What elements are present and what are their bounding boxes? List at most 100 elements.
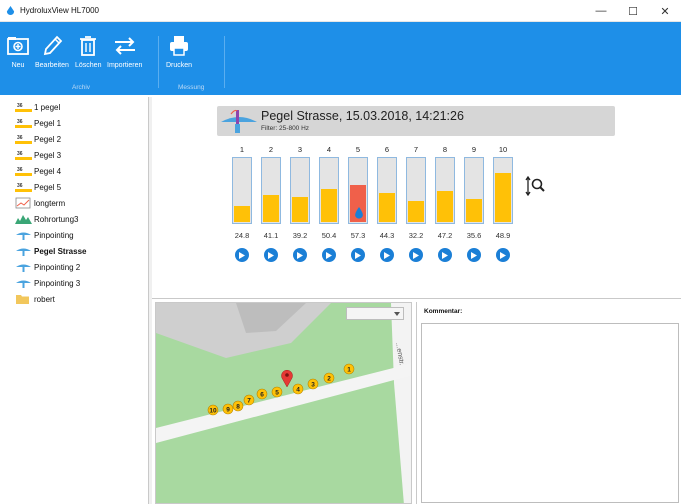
map-marker[interactable]: 7 bbox=[243, 394, 255, 406]
tree-item-pinpointing-3[interactable]: Pinpointing 3 bbox=[15, 276, 80, 290]
svg-text:36: 36 bbox=[17, 135, 23, 141]
ribbon-separator bbox=[224, 36, 225, 88]
channel-bar[interactable] bbox=[464, 157, 484, 224]
longterm-icon bbox=[15, 197, 31, 209]
map-marker[interactable]: 6 bbox=[256, 388, 268, 400]
edit-button-label: Bearbeiten bbox=[35, 62, 69, 69]
play-icon bbox=[442, 251, 448, 259]
tree-item-label: longterm bbox=[34, 198, 66, 208]
map-marker[interactable]: 5 bbox=[271, 386, 283, 398]
location-pin-icon[interactable] bbox=[281, 369, 293, 388]
channel-value: 35.6 bbox=[466, 231, 482, 240]
channel-bar[interactable] bbox=[406, 157, 426, 224]
import-button[interactable]: Importieren bbox=[107, 34, 142, 69]
ribbon-group-measurement: Messung bbox=[178, 84, 205, 91]
channel-level-fill bbox=[495, 173, 511, 222]
channel-number: 2 bbox=[268, 145, 274, 154]
pinpointing-icon bbox=[16, 232, 31, 240]
channel-play-button[interactable] bbox=[467, 248, 481, 262]
channel-level-fill bbox=[466, 198, 482, 222]
channel-bar[interactable] bbox=[348, 157, 368, 224]
tree-item-pegel-1[interactable]: 36 Pegel 1 bbox=[15, 116, 61, 130]
channel-play-button[interactable] bbox=[351, 248, 365, 262]
tree-item-pegel-2[interactable]: 36 Pegel 2 bbox=[15, 132, 61, 146]
ribbon-group-archive: Archiv bbox=[72, 84, 91, 91]
edit-button[interactable]: Bearbeiten bbox=[35, 34, 69, 69]
tree-item-label: Pegel 2 bbox=[34, 134, 62, 144]
channel-play-button[interactable] bbox=[409, 248, 423, 262]
pinpointing-icon bbox=[16, 248, 31, 256]
minimize-button[interactable]: — bbox=[585, 0, 617, 22]
tree-item-pegel-5[interactable]: 36 Pegel 5 bbox=[15, 180, 61, 194]
channel-value: 50.4 bbox=[321, 231, 337, 240]
tree-item-label: Pinpointing bbox=[34, 230, 74, 240]
map-marker-label: 4 bbox=[296, 386, 300, 393]
channel-bar[interactable] bbox=[319, 157, 339, 224]
close-button[interactable]: ✕ bbox=[649, 0, 681, 22]
channel-level-fill bbox=[292, 196, 308, 222]
play-icon bbox=[413, 251, 419, 259]
channel-play-button[interactable] bbox=[380, 248, 394, 262]
channel-bar[interactable] bbox=[290, 157, 310, 224]
channel-play-button[interactable] bbox=[264, 248, 278, 262]
zoom-tool-icon[interactable] bbox=[525, 176, 547, 196]
channel-bar[interactable] bbox=[261, 157, 281, 224]
channel-level-fill bbox=[437, 191, 453, 222]
channel-play-button[interactable] bbox=[235, 248, 249, 262]
maximize-button[interactable]: ☐ bbox=[617, 0, 649, 22]
tree-item-pinpointing-2[interactable]: Pinpointing 2 bbox=[15, 260, 80, 274]
tree-item-label: Pegel 5 bbox=[34, 182, 62, 192]
channel-value: 57.3 bbox=[350, 231, 366, 240]
import-arrows-icon bbox=[114, 37, 135, 55]
tree-item-pegel-4[interactable]: 36 Pegel 4 bbox=[15, 164, 61, 178]
channel-play-button[interactable] bbox=[322, 248, 336, 262]
channel-number: 1 bbox=[239, 145, 245, 154]
channel-play-button[interactable] bbox=[293, 248, 307, 262]
channel-bar[interactable] bbox=[377, 157, 397, 224]
map-marker[interactable]: 4 bbox=[292, 383, 304, 395]
trash-icon bbox=[80, 36, 97, 56]
channel-number: 10 bbox=[498, 145, 508, 154]
map-marker[interactable]: 2 bbox=[323, 372, 335, 384]
channel-bar[interactable] bbox=[232, 157, 252, 224]
map-marker[interactable]: 3 bbox=[307, 378, 319, 390]
svg-text:36: 36 bbox=[17, 119, 23, 125]
tree-item-pegel-strasse[interactable]: Pegel Strasse bbox=[15, 244, 86, 258]
map-marker[interactable]: 1 bbox=[343, 363, 355, 375]
printer-icon bbox=[170, 36, 189, 56]
window-title: HydroluxView HL7000 bbox=[20, 6, 100, 15]
channel-bar[interactable] bbox=[493, 157, 513, 224]
map-marker-label: 9 bbox=[226, 406, 230, 413]
map-view[interactable]: ...enstr. 1 2 3 4 5 6 7 8 9 10 bbox=[155, 302, 412, 504]
tree-item-pegel-3[interactable]: 36 Pegel 3 bbox=[15, 148, 61, 162]
channel-bar[interactable] bbox=[435, 157, 455, 224]
tree-item-label: Pegel 4 bbox=[34, 166, 62, 176]
channel-level-fill bbox=[350, 184, 366, 222]
tree-item-pinpointing[interactable]: Pinpointing bbox=[15, 228, 74, 242]
print-button[interactable]: Drucken bbox=[166, 34, 192, 69]
new-button[interactable]: Neu bbox=[7, 34, 29, 69]
channel-value: 48.9 bbox=[495, 231, 511, 240]
map-marker-label: 10 bbox=[209, 407, 217, 414]
channel-level-fill bbox=[379, 193, 395, 222]
title-bar: HydroluxView HL7000 — ☐ ✕ bbox=[0, 0, 681, 22]
comment-textarea[interactable] bbox=[421, 323, 679, 503]
channel-value: 41.1 bbox=[263, 231, 279, 240]
tree-item-robert[interactable]: robert bbox=[15, 292, 55, 306]
map-marker[interactable]: 10 bbox=[207, 404, 219, 416]
svg-text:36: 36 bbox=[17, 151, 23, 157]
pipe-locating-icon bbox=[15, 215, 32, 224]
comment-label: Kommentar: bbox=[424, 308, 463, 315]
svg-text:36: 36 bbox=[17, 103, 23, 109]
channel-level-fill bbox=[263, 195, 279, 222]
map-marker[interactable]: 8 bbox=[232, 400, 244, 412]
tree-item-longterm[interactable]: longterm bbox=[15, 196, 65, 210]
tree-item-1-pegel[interactable]: 36 1 pegel bbox=[15, 100, 60, 114]
channel-play-button[interactable] bbox=[438, 248, 452, 262]
channel-play-button[interactable] bbox=[496, 248, 510, 262]
tree-item-rohrortung3[interactable]: Rohrortung3 bbox=[15, 212, 78, 226]
map-marker[interactable]: 9 bbox=[222, 403, 234, 415]
delete-button[interactable]: Löschen bbox=[75, 34, 101, 69]
channel-value: 32.2 bbox=[408, 231, 424, 240]
tree-item-label: Pinpointing 3 bbox=[34, 278, 81, 288]
